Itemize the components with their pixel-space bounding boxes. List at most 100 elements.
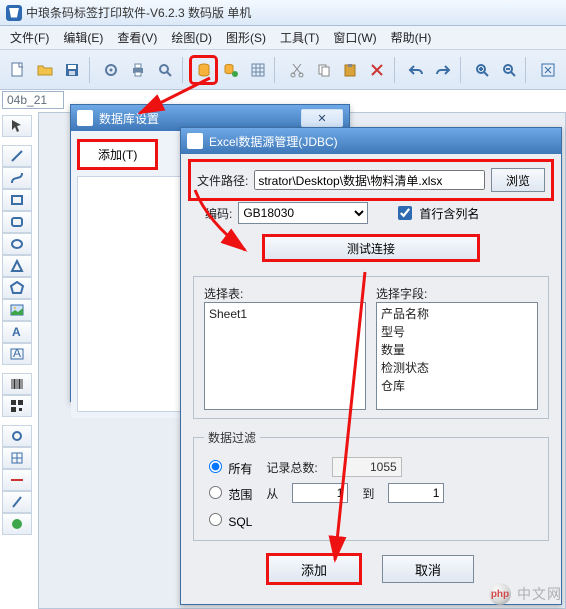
database-icon[interactable] [191,57,216,83]
delete-icon[interactable] [365,57,390,83]
qrcode-icon[interactable] [2,395,32,417]
roundrect-icon[interactable] [2,211,32,233]
line-icon[interactable] [2,145,32,167]
menu-help[interactable]: 帮助(H) [385,27,438,48]
tool-palette: A A [2,115,34,535]
db-window-close-icon[interactable]: ✕ [301,109,343,127]
richtext-icon[interactable]: A [2,343,32,365]
add-button[interactable]: 添加 [268,555,360,583]
select-group: 选择表: Sheet1 选择字段: 产品名称 型号 数量 检测状态 仓库 [193,276,549,419]
filepath-input[interactable] [254,170,485,190]
firstrow-check-input[interactable] [398,206,412,220]
excel-dialog-title: Excel数据源管理(JDBC) [209,133,338,150]
list-item[interactable]: 数量 [381,341,533,359]
curve-icon[interactable] [2,167,32,189]
filter-group: 数据过滤 所有 记录总数: 范围 从 到 SQL [193,429,549,541]
toolbar-sep [182,57,188,83]
vline-icon[interactable] [2,491,32,513]
excel-dialog-titlebar[interactable]: Excel数据源管理(JDBC) [181,128,561,154]
grid-tool-icon[interactable] [2,447,32,469]
circle-tool-icon[interactable] [2,425,32,447]
encoding-label: 编码: [205,205,232,222]
range-from-input[interactable] [292,483,348,503]
app-title: 中琅条码标签打印软件-V6.2.3 数码版 单机 [26,4,251,21]
test-connection-button[interactable]: 测试连接 [264,236,478,260]
record-total-label: 记录总数: [266,459,317,476]
app-titlebar: 中琅条码标签打印软件-V6.2.3 数码版 单机 [0,0,566,26]
radio-all[interactable]: 所有 [204,457,252,477]
record-total-value [332,457,402,477]
list-item[interactable]: Sheet1 [209,305,361,323]
firstrow-label: 首行含列名 [419,205,479,222]
copy-icon[interactable] [311,57,336,83]
encoding-select[interactable]: GB18030 [238,202,368,224]
document-tab[interactable]: 04b_21 [2,91,64,109]
menu-shape[interactable]: 图形(S) [220,27,272,48]
svg-text:A: A [13,347,21,360]
firstrow-checkbox[interactable]: 首行含列名 [394,203,479,223]
db-window-title: 数据库设置 [99,110,159,127]
database-link-icon[interactable] [218,57,243,83]
toolbar-sep [394,57,400,83]
from-label: 从 [266,485,278,502]
pointer-icon[interactable] [2,115,32,137]
menu-tools[interactable]: 工具(T) [274,27,325,48]
menu-view[interactable]: 查看(V) [111,27,163,48]
paste-icon[interactable] [338,57,363,83]
cut-icon[interactable] [284,57,309,83]
select-fields-label: 选择字段: [376,285,538,302]
sheet-listbox[interactable]: Sheet1 [204,302,366,410]
to-label: 到 [362,485,374,502]
browse-button[interactable]: 浏览 [491,168,545,192]
ellipse-icon[interactable] [2,233,32,255]
db-tab-add[interactable]: 添加(T) [77,139,158,170]
toolbar-sep [89,57,95,83]
undo-icon[interactable] [404,57,429,83]
toolbar-sep [274,57,280,83]
image-icon[interactable] [2,299,32,321]
menu-window[interactable]: 窗口(W) [327,27,382,48]
select-table-label: 选择表: [204,285,366,302]
menu-edit[interactable]: 编辑(E) [57,27,109,48]
app-icon [6,5,22,21]
save-icon[interactable] [60,57,85,83]
cancel-button[interactable]: 取消 [382,555,474,583]
color-icon[interactable] [2,513,32,535]
grid-icon[interactable] [245,57,270,83]
menubar: 文件(F) 编辑(E) 查看(V) 绘图(D) 图形(S) 工具(T) 窗口(W… [0,26,566,50]
list-item[interactable]: 产品名称 [381,305,533,323]
open-icon[interactable] [33,57,58,83]
gear-icon[interactable] [99,57,124,83]
radio-range[interactable]: 范围 [204,483,252,503]
print-icon[interactable] [126,57,151,83]
new-icon[interactable] [6,57,31,83]
toolbar-sep [525,57,531,83]
watermark-text: 中文网 [517,584,562,604]
excel-datasource-dialog: Excel数据源管理(JDBC) 文件路径: 浏览 编码: GB18030 首行… [180,127,562,605]
list-item[interactable]: 检测状态 [381,359,533,377]
text-icon[interactable]: A [2,321,32,343]
zoom-in-icon[interactable] [469,57,494,83]
fields-listbox[interactable]: 产品名称 型号 数量 检测状态 仓库 [376,302,538,410]
radio-sql[interactable]: SQL [204,510,252,529]
svg-text:A: A [12,325,21,339]
fit-icon[interactable] [535,57,560,83]
list-item[interactable]: 仓库 [381,377,533,395]
range-to-input[interactable] [388,483,444,503]
triangle-icon[interactable] [2,255,32,277]
preview-icon[interactable] [153,57,178,83]
redo-icon[interactable] [431,57,456,83]
rect-icon[interactable] [2,189,32,211]
main-toolbar [0,50,566,90]
watermark: php 中文网 [489,583,562,605]
filter-legend: 数据过滤 [204,429,260,446]
hline-icon[interactable] [2,469,32,491]
filepath-label: 文件路径: [197,172,248,189]
barcode-icon[interactable] [2,373,32,395]
menu-draw[interactable]: 绘图(D) [165,27,218,48]
list-item[interactable]: 型号 [381,323,533,341]
watermark-logo: php [489,583,511,605]
menu-file[interactable]: 文件(F) [4,27,55,48]
polygon-icon[interactable] [2,277,32,299]
zoom-out-icon[interactable] [496,57,521,83]
